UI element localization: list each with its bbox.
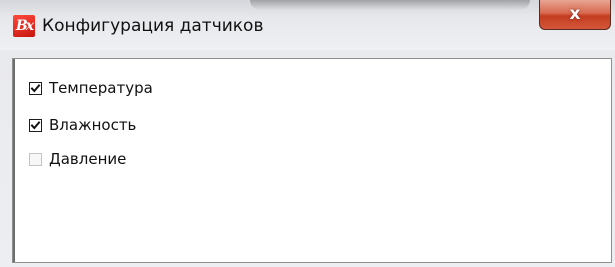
- humidity-label: Влажность: [49, 116, 137, 134]
- sensor-item-humidity[interactable]: Влажность: [29, 114, 136, 136]
- pressure-checkbox[interactable]: [29, 152, 42, 166]
- temperature-label: Температура: [49, 79, 153, 97]
- title-bar[interactable]: Bx Конфигурация датчиков x: [0, 0, 615, 50]
- sensor-item-temperature[interactable]: Температура: [29, 77, 153, 99]
- checkmark-icon: [30, 83, 41, 93]
- humidity-checkbox[interactable]: [29, 118, 42, 132]
- sensor-item-pressure[interactable]: Давление: [29, 148, 126, 170]
- close-button[interactable]: x: [539, 0, 611, 30]
- pressure-label: Давление: [49, 150, 127, 168]
- panel-left-shade: [13, 59, 15, 262]
- sensor-list-panel: Температура Влажность Давление: [12, 58, 612, 263]
- sensor-config-window: Bx Конфигурация датчиков x Температура В…: [0, 0, 615, 267]
- title-bar-sheen: [250, 0, 530, 10]
- checkmark-icon: [30, 120, 41, 130]
- close-icon: x: [569, 4, 581, 24]
- app-icon: Bx: [13, 15, 35, 37]
- window-title: Конфигурация датчиков: [42, 16, 264, 36]
- temperature-checkbox[interactable]: [29, 81, 42, 95]
